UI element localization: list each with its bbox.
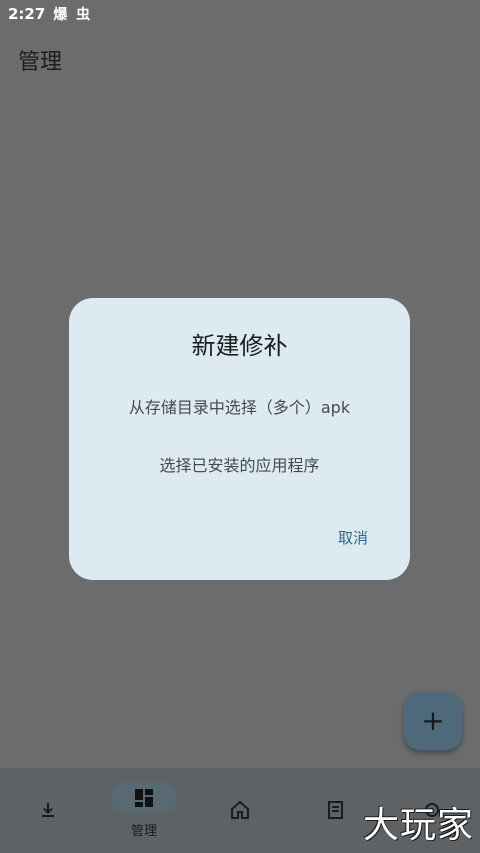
dialog-title: 新建修补 xyxy=(191,332,288,360)
nav-item-home[interactable] xyxy=(192,768,288,853)
add-icon: + xyxy=(421,704,445,737)
nav-label-manage: 管理 xyxy=(130,824,157,839)
select-apk-from-storage-option[interactable]: 从存储目录中选择（多个）apk xyxy=(69,394,410,418)
watermark-logo: 大玩家 xyxy=(362,805,474,846)
cancel-button[interactable]: 取消 xyxy=(338,527,368,548)
home-icon xyxy=(229,798,251,822)
select-installed-app-option[interactable]: 选择已安装的应用程序 xyxy=(69,452,410,476)
dashboard-icon xyxy=(111,782,177,814)
nav-item-download[interactable] xyxy=(0,768,96,853)
nav-item-manage[interactable]: 管理 xyxy=(96,768,192,853)
add-fab-button[interactable]: + xyxy=(404,692,462,750)
download-icon xyxy=(38,798,58,822)
document-icon xyxy=(325,798,347,822)
new-patch-dialog: 新建修补 从存储目录中选择（多个）apk 选择已安装的应用程序 取消 xyxy=(69,298,410,580)
